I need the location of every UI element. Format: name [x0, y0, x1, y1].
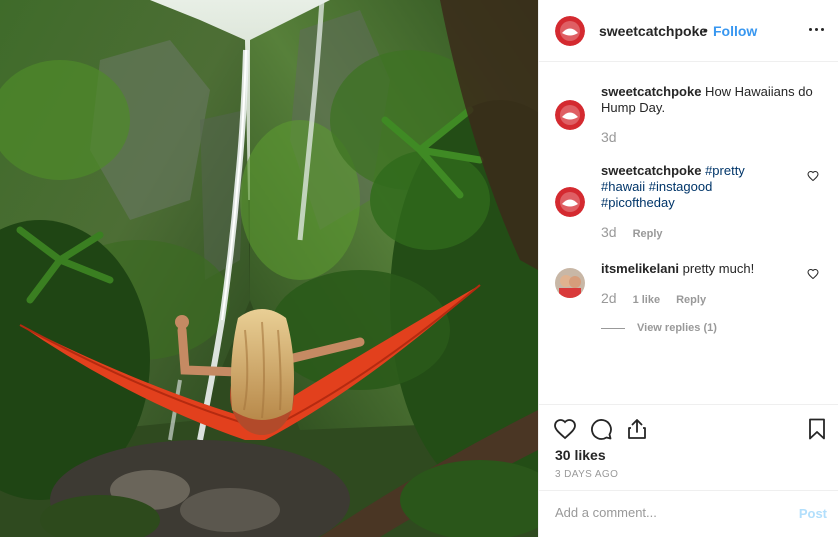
post-image[interactable] [0, 0, 538, 537]
share-icon[interactable] [625, 417, 649, 441]
comment-text: sweetcatchpoke How Hawaiians do Hump Day… [601, 84, 815, 116]
instagram-post-modal: sweetcatchpoke • Follow sweetcatchpoke H… [0, 0, 838, 537]
replies-divider [601, 327, 625, 329]
hammock-waterfall-photo [0, 0, 538, 537]
add-comment-bar: Post [539, 490, 838, 537]
hashtag-link[interactable]: #instagood [649, 179, 713, 194]
hashtag-link[interactable]: #picoftheday [601, 195, 675, 210]
comment-avatar[interactable] [555, 268, 585, 298]
more-options-icon[interactable] [809, 28, 825, 32]
bookmark-icon[interactable] [805, 417, 829, 441]
comment-username[interactable]: sweetcatchpoke [601, 163, 701, 178]
post-actions: 30 likes 3 DAYS AGO [539, 404, 838, 490]
comment-username[interactable]: itsmelikelani [601, 261, 679, 276]
comment-text: sweetcatchpoke #pretty #hawaii #instagoo… [601, 163, 761, 211]
reply-button[interactable]: Reply [633, 228, 663, 240]
comment-meta: 3d Reply [601, 224, 679, 240]
comment-likes-button[interactable]: 1 like [633, 294, 661, 306]
comment-username[interactable]: sweetcatchpoke [601, 84, 701, 99]
comment-heart-icon[interactable] [807, 268, 819, 280]
post-header: sweetcatchpoke • Follow [539, 0, 838, 62]
reply-button[interactable]: Reply [676, 294, 706, 306]
hashtag-link[interactable]: #pretty [705, 163, 745, 178]
comment-time[interactable]: 2d [601, 290, 617, 306]
comment-heart-icon[interactable] [807, 170, 819, 182]
comment-time[interactable]: 3d [601, 129, 617, 145]
post-comment-button[interactable]: Post [799, 506, 827, 521]
post-timestamp[interactable]: 3 DAYS AGO [555, 469, 618, 480]
comment-text: itsmelikelani pretty much! [601, 261, 815, 277]
post-details-panel: sweetcatchpoke • Follow sweetcatchpoke H… [538, 0, 838, 537]
author-avatar[interactable] [555, 16, 585, 46]
comment-avatar[interactable] [555, 187, 585, 217]
heart-icon[interactable] [553, 417, 577, 441]
comment-input[interactable] [555, 505, 775, 520]
comment-meta: 3d [601, 129, 633, 145]
likes-count[interactable]: 30 likes [555, 447, 606, 463]
comment-time[interactable]: 3d [601, 224, 617, 240]
comment-body: pretty much! [679, 261, 755, 276]
hashtag-link[interactable]: #hawaii [601, 179, 645, 194]
follow-button[interactable]: Follow [713, 23, 757, 39]
comment-avatar[interactable] [555, 100, 585, 130]
view-replies-button[interactable]: View replies (1) [601, 322, 717, 334]
author-username[interactable]: sweetcatchpoke [599, 23, 707, 39]
view-replies-label: View replies (1) [637, 322, 717, 334]
comment-icon[interactable] [589, 417, 613, 441]
comment-meta: 2d 1 like Reply [601, 290, 722, 306]
separator-dot: • [703, 22, 708, 38]
